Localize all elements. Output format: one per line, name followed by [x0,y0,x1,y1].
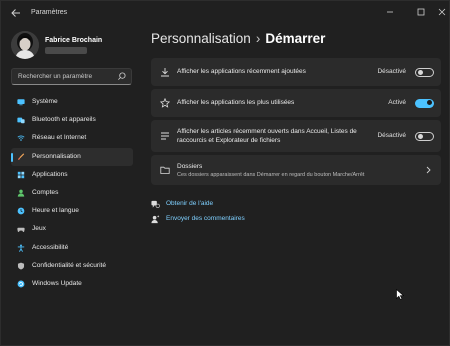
sidebar-item-systeme[interactable]: Système [11,93,133,111]
sidebar-item-reseau[interactable]: Réseau et Internet [11,129,133,147]
minimize-button[interactable] [384,7,396,19]
accessibility-icon [17,243,25,252]
setting-most-used-apps: Afficher les applications les plus utili… [151,89,441,117]
setting-sublabel: Ces dossiers apparaissent dans Démarrer … [177,172,365,178]
sidebar-item-label: Applications [32,170,68,178]
toggle-state-text: Désactivé [377,68,406,75]
breadcrumb-section[interactable]: Personnalisation [151,31,251,46]
search-placeholder: Rechercher un paramètre [18,73,93,80]
sidebar-item-label: Heure et langue [32,207,79,215]
sidebar-nav: Système Bluetooth et appareils Réseau et… [11,93,133,293]
sidebar-item-accessibilite[interactable]: Accessibilité [11,239,133,257]
list-icon [161,132,169,140]
update-icon [17,280,25,288]
close-button[interactable] [436,7,448,19]
setting-folders[interactable]: Dossiers Ces dossiers apparaissent dans … [151,155,441,185]
sidebar-item-label: Comptes [32,188,59,196]
title-bar: Paramètres [1,1,450,25]
toggle-knob [418,69,423,75]
setting-label: Afficher les applications récemment ajou… [177,68,306,75]
sidebar-item-heure-langue[interactable]: Heure et langue [11,202,133,220]
back-button[interactable] [9,8,23,20]
feedback-link-text: Envoyer des commentaires [166,215,245,222]
settings-window: Paramètres Fabrice Brochain Rechercher u… [0,0,450,346]
most-used-apps-toggle[interactable] [415,98,434,108]
profile-email-redacted [45,47,87,54]
sidebar-item-label: Personnalisation [32,152,81,160]
brush-icon [18,152,25,160]
setting-label: Afficher les articles récemment ouverts … [177,128,357,145]
setting-label-line1: Afficher les articles récemment ouverts … [177,128,357,135]
sidebar-item-label: Bluetooth et appareils [32,116,96,124]
sidebar-item-confidentialite[interactable]: Confidentialité et sécurité [11,257,133,275]
app-title: Paramètres [31,9,68,16]
wifi-icon [17,135,25,142]
user-photo [11,31,39,59]
setting-label: Dossiers [177,163,203,170]
folder-icon [160,166,170,174]
setting-recent-apps: Afficher les applications récemment ajou… [151,58,441,86]
sidebar-item-label: Confidentialité et sécurité [32,261,107,269]
active-indicator [11,152,13,162]
sidebar-item-bluetooth[interactable]: Bluetooth et appareils [11,111,133,129]
sidebar-item-personnalisation[interactable]: Personnalisation [11,147,133,166]
profile-name: Fabrice Brochain [45,37,103,44]
apps-icon [17,171,25,178]
sidebar-item-label: Windows Update [32,279,82,287]
chevron-right-icon [426,166,431,174]
bluetooth-icon [17,117,25,124]
help-icon [151,200,160,208]
close-icon [438,8,446,16]
sidebar-item-comptes[interactable]: Comptes [11,184,133,202]
sidebar-item-label: Système [32,98,58,105]
avatar[interactable] [11,31,39,59]
breadcrumb: Personnalisation › Démarrer [151,31,325,46]
globe-clock-icon [17,207,25,215]
star-icon [160,98,170,108]
sidebar-item-label: Jeux [32,225,46,233]
setting-label: Afficher les applications les plus utili… [177,99,295,106]
back-arrow-icon [11,9,20,17]
toggle-state-text: Activé [388,99,406,106]
shield-icon [17,262,25,270]
sidebar-item-jeux[interactable]: Jeux [11,220,133,238]
setting-label-line2: raccourcis et Explorateur de fichiers [177,136,281,144]
sidebar-item-label: Réseau et Internet [32,134,87,142]
minimize-icon [387,11,393,13]
download-icon [161,68,169,77]
search-icon [118,72,126,80]
help-link-text: Obtenir de l'aide [166,200,214,207]
person-icon [17,189,25,197]
mouse-cursor-icon [396,289,404,300]
recent-items-toggle[interactable] [415,131,434,141]
page-title: Démarrer [265,31,326,46]
sidebar-item-applications[interactable]: Applications [11,166,133,184]
breadcrumb-chevron-icon: › [255,31,261,46]
sidebar-item-windows-update[interactable]: Windows Update [11,275,133,293]
sidebar-item-label: Accessibilité [32,243,69,251]
maximize-button[interactable] [415,7,427,19]
maximize-icon [417,8,425,16]
recent-apps-toggle[interactable] [415,67,434,77]
display-icon [17,99,25,106]
controller-icon [17,228,25,233]
toggle-knob [427,100,432,105]
toggle-state-text: Désactivé [377,132,406,139]
toggle-knob [418,133,423,139]
setting-recent-items: Afficher les articles récemment ouverts … [151,120,441,152]
search-input[interactable]: Rechercher un paramètre [11,68,132,85]
feedback-icon [151,215,160,224]
